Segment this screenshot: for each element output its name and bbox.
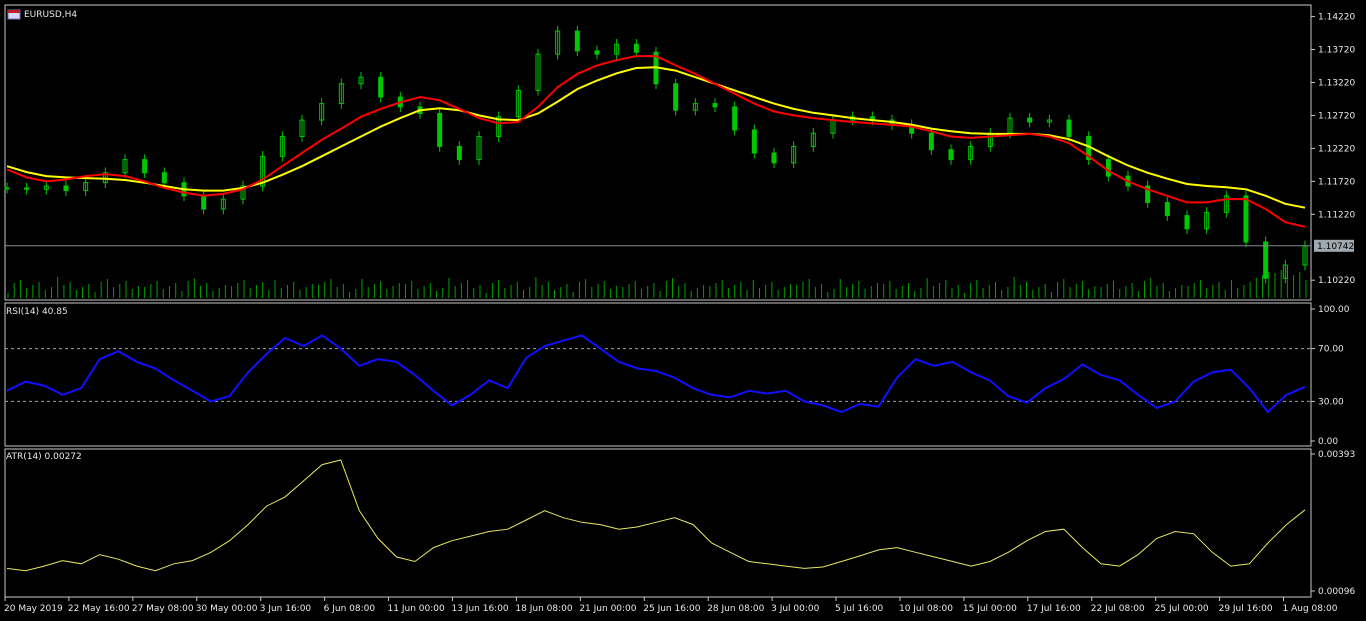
rsi-axis-label: 0.00 [1318, 437, 1338, 447]
rsi-pane-label: RSI(14) 40.85 [6, 307, 68, 317]
time-axis-label: 21 Jun 00:00 [579, 604, 636, 614]
rsi-line [6, 334, 1306, 414]
time-axis-label: 28 Jun 08:00 [707, 604, 764, 614]
time-axis-label: 25 Jul 00:00 [1155, 604, 1209, 614]
candle-body [437, 112, 443, 147]
atr-axis-label: 0.00096 [1318, 587, 1355, 597]
atr-axis-label: 0.00393 [1318, 450, 1355, 460]
time-axis-label: 15 Jul 00:00 [963, 604, 1017, 614]
candle-body [948, 149, 954, 161]
price-axis-label: 1.13220 [1318, 78, 1355, 88]
price-axis-label: 1.11720 [1318, 177, 1355, 187]
candle-body [594, 50, 600, 55]
candle-body [142, 159, 148, 174]
rsi-axis-label: 30.00 [1318, 397, 1344, 407]
time-axis-label: 20 May 2019 [4, 604, 63, 614]
price-axis-label: 1.10220 [1318, 276, 1355, 286]
price-axis-label: 1.13720 [1318, 46, 1355, 56]
candle-body [928, 132, 934, 151]
time-axis-label: 3 Jun 16:00 [260, 604, 312, 614]
candle-body [771, 152, 777, 164]
candle-body [732, 106, 738, 131]
candle-body [63, 185, 69, 192]
atr-pane-label: ATR(14) 0.00272 [6, 452, 82, 462]
candle-body [1263, 241, 1269, 279]
chart-canvas[interactable]: 1.14220 1.13720 1.13220 1.12720 1.12220 1.117… [0, 0, 1366, 621]
price-axis-label: 1.11220 [1318, 210, 1355, 220]
time-axis-label: 25 Jun 16:00 [643, 604, 700, 614]
time-axis-label: 30 May 00:00 [196, 604, 258, 614]
price-axis-label: 1.14220 [1318, 13, 1355, 23]
candle-body [1105, 159, 1111, 177]
window-title: EURUSD,H4 [24, 10, 78, 20]
price-axis-label: 1.12720 [1318, 111, 1355, 121]
chart-window-icon[interactable] [7, 9, 21, 20]
time-axis-label: 6 Jun 08:00 [324, 604, 376, 614]
candle-body [378, 76, 384, 98]
chart-terminal: 1.14220 1.13720 1.13220 1.12720 1.12220 1.117… [0, 0, 1366, 621]
time-axis-label: 5 Jul 16:00 [835, 604, 884, 614]
time-axis-label: 29 Jul 16:00 [1219, 604, 1273, 614]
time-axis-label: 3 Jul 00:00 [771, 604, 820, 614]
candle-body [4, 187, 10, 190]
time-axis-label: 13 Jun 16:00 [451, 604, 508, 614]
current-price-label: 1.10742 [1317, 242, 1354, 252]
atr-pane-frame [4, 448, 1312, 598]
candle-body [574, 30, 580, 52]
time-axis-label: 18 Jun 08:00 [515, 604, 572, 614]
main-pane-frame [4, 4, 1312, 301]
candle-body [712, 103, 718, 108]
candle-body [751, 129, 757, 154]
candle-body [1164, 201, 1170, 217]
rsi-axis-label: 100.00 [1318, 305, 1350, 315]
candle-body [673, 83, 679, 111]
price-axis-label: 1.12220 [1318, 144, 1355, 154]
candle-body [24, 187, 30, 190]
candle-body [456, 145, 462, 161]
time-axis-label: 11 Jun 00:00 [388, 604, 445, 614]
atr-line [6, 459, 1306, 572]
rsi-pane-frame [4, 302, 1312, 447]
time-axis-label: 22 Jul 08:00 [1091, 604, 1145, 614]
candle-body [633, 43, 639, 53]
candle-body [1243, 195, 1249, 243]
time-axis-label: 10 Jul 08:00 [899, 604, 953, 614]
candle-body [201, 195, 207, 210]
candle-body [161, 172, 167, 184]
rsi-axis-label: 70.00 [1318, 345, 1344, 355]
time-axis-label: 17 Jul 16:00 [1027, 604, 1081, 614]
candle-body [1066, 119, 1072, 138]
candle-body [1184, 215, 1190, 230]
time-axis-label: 1 Aug 08:00 [1283, 604, 1338, 614]
time-axis-label: 22 May 16:00 [68, 604, 130, 614]
candle-body [1027, 117, 1033, 123]
time-axis-label: 27 May 08:00 [132, 604, 194, 614]
